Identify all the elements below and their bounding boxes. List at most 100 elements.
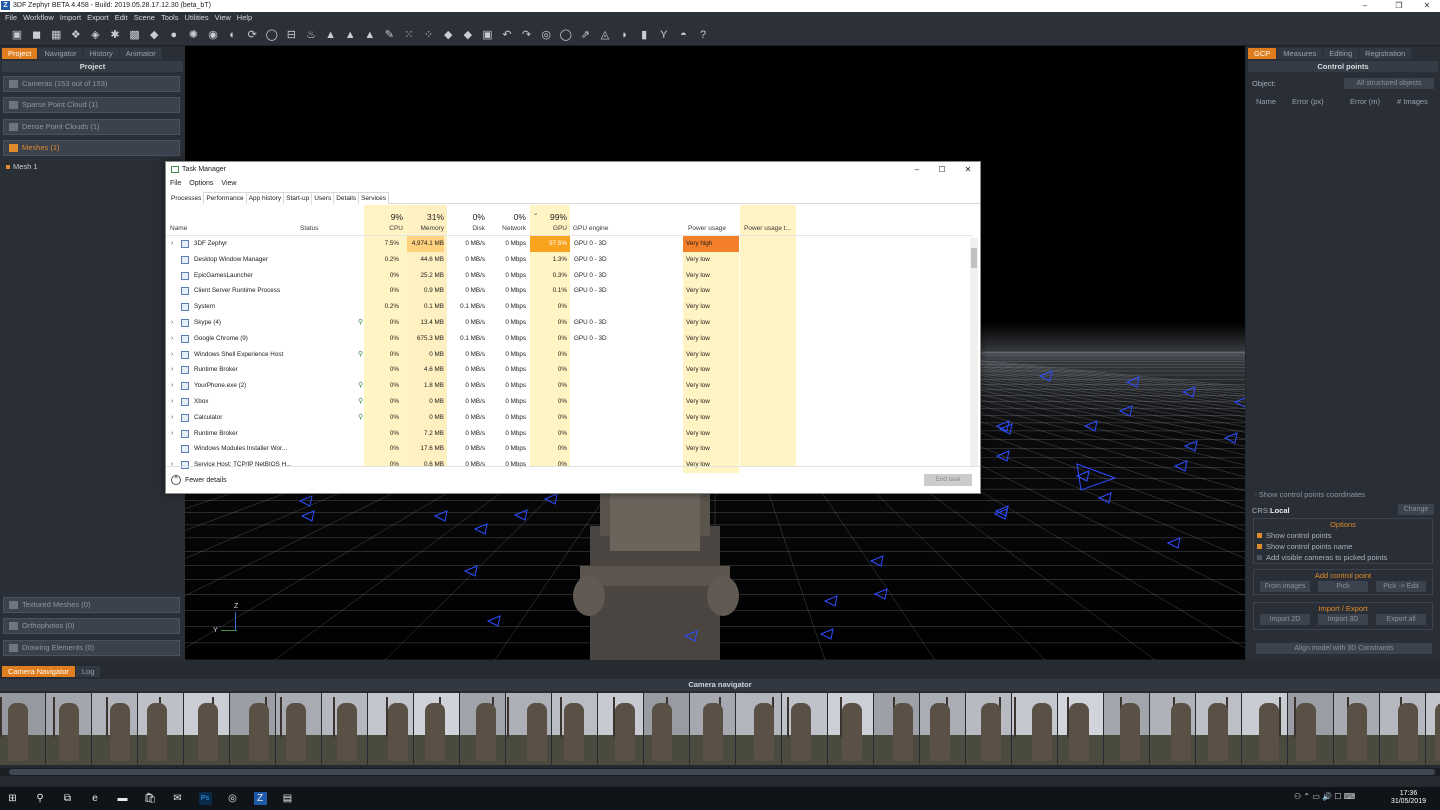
- camera-thumbnail[interactable]: [552, 693, 597, 765]
- menu-help[interactable]: Help: [237, 13, 252, 22]
- pick-edit-button[interactable]: Pick -> Edit: [1376, 581, 1426, 592]
- column-name[interactable]: Name: [170, 225, 187, 232]
- expand-chevron-icon[interactable]: ›: [171, 362, 173, 378]
- camera-thumbnail[interactable]: [92, 693, 137, 765]
- minimize-button[interactable]: –: [1350, 0, 1380, 12]
- column-status[interactable]: Status: [300, 225, 318, 232]
- camera-thumbnail[interactable]: [322, 693, 367, 765]
- toolbar-tool-icon[interactable]: ✺: [186, 28, 200, 42]
- camera-thumbnail[interactable]: [46, 693, 91, 765]
- tm-tab-performance[interactable]: Performance: [203, 192, 247, 204]
- toolbar-tool-icon[interactable]: ◐: [226, 28, 240, 42]
- fewer-details-button[interactable]: ^ Fewer details: [171, 475, 227, 485]
- tm-minimize-button[interactable]: –: [904, 162, 930, 178]
- column-cpu[interactable]: CPU: [364, 225, 403, 232]
- column-gpu-engine[interactable]: GPU engine: [573, 225, 608, 232]
- toolbar-tool-icon[interactable]: ◯: [265, 28, 279, 42]
- layer-textured-meshes[interactable]: Textured Meshes (0): [3, 597, 180, 613]
- layer-cameras[interactable]: Cameras (153 out of 153): [3, 76, 180, 92]
- mesh-item[interactable]: Mesh 1: [6, 162, 38, 171]
- tm-tab-details[interactable]: Details: [333, 192, 360, 204]
- tm-menu-file[interactable]: File: [170, 180, 181, 187]
- camera-thumbnail[interactable]: [782, 693, 827, 765]
- taskbar-app-icon[interactable]: Z: [253, 792, 267, 805]
- column-memory[interactable]: Memory: [407, 225, 444, 232]
- taskbar-app-icon[interactable]: ⧉: [61, 792, 74, 805]
- camera-thumbnail[interactable]: [1058, 693, 1103, 765]
- checkbox-icon[interactable]: [1257, 544, 1262, 549]
- toolbar-tool-icon[interactable]: ♨: [304, 28, 318, 42]
- toolbar-tool-icon[interactable]: ↶: [500, 28, 514, 42]
- show-coords-toggle[interactable]: ▫ Show control points coordinates: [1254, 490, 1365, 499]
- toolbar-tool-icon[interactable]: ⇗: [578, 28, 592, 42]
- tm-tab-app-history[interactable]: App history: [245, 192, 285, 204]
- camera-thumbnail[interactable]: [414, 693, 459, 765]
- clock[interactable]: 17:36 31/05/2019: [1391, 790, 1426, 806]
- toolbar-tool-icon[interactable]: ▲: [343, 28, 357, 42]
- bottom-tab-log[interactable]: Log: [75, 666, 101, 677]
- taskbar-app-icon[interactable]: ⚲: [34, 792, 47, 805]
- left-tab-history[interactable]: History: [83, 48, 119, 59]
- toolbar-tool-icon[interactable]: ◈: [88, 28, 102, 42]
- layer-meshes[interactable]: Meshes (1): [3, 139, 180, 156]
- toolbar-tool-icon[interactable]: ◆: [147, 28, 161, 42]
- camera-thumbnail[interactable]: [460, 693, 505, 765]
- right-tab-gcp[interactable]: GCP: [1248, 48, 1277, 59]
- menu-tools[interactable]: Tools: [161, 13, 179, 22]
- process-row[interactable]: Desktop Window Manager 0.2% 44.6 MB 0 MB/s 0…: [166, 251, 972, 268]
- gcp-col-images[interactable]: # Images: [1397, 97, 1428, 106]
- gcp-col-error-px[interactable]: Error (px): [1292, 97, 1324, 106]
- camera-thumbnail[interactable]: [1242, 693, 1287, 765]
- toolbar-tool-icon[interactable]: ▮: [637, 28, 651, 42]
- toolbar-tool-icon[interactable]: ◯: [559, 28, 573, 42]
- bottom-tab-camera-navigator[interactable]: Camera Navigator: [2, 666, 75, 677]
- tm-scrollbar[interactable]: [970, 238, 978, 466]
- toolbar-tool-icon[interactable]: ?: [696, 28, 710, 42]
- toolbar-tool-icon[interactable]: ◼: [30, 28, 44, 42]
- toolbar-tool-icon[interactable]: ✱: [108, 28, 122, 42]
- camera-thumbnail[interactable]: [0, 693, 45, 765]
- menu-workflow[interactable]: Workflow: [23, 13, 54, 22]
- column-power[interactable]: Power usage: [688, 225, 726, 232]
- toolbar-tool-icon[interactable]: ◗: [618, 28, 632, 42]
- process-row[interactable]: Client Server Runtime Process 0% 0.9 MB 0 M…: [166, 283, 972, 300]
- camera-thumbnail[interactable]: [644, 693, 689, 765]
- camera-thumbnail[interactable]: [874, 693, 919, 765]
- camera-thumbnail[interactable]: [1380, 693, 1425, 765]
- layer-drawing-elements[interactable]: Drawing Elements (0): [3, 639, 180, 656]
- toolbar-tool-icon[interactable]: ▲: [363, 28, 377, 42]
- camera-filmstrip[interactable]: [0, 693, 1440, 765]
- toolbar-tool-icon[interactable]: ◆: [441, 28, 455, 42]
- taskbar-app-icon[interactable]: ◎: [226, 792, 239, 805]
- toolbar-tool-icon[interactable]: ●: [167, 28, 181, 42]
- expand-chevron-icon[interactable]: ›: [171, 236, 173, 252]
- option-show-control-points-name[interactable]: Show control points name: [1254, 541, 1432, 552]
- toolbar-tool-icon[interactable]: ▦: [49, 28, 63, 42]
- menu-export[interactable]: Export: [87, 13, 109, 22]
- toolbar-tool-icon[interactable]: ⁘: [422, 28, 436, 42]
- expand-chevron-icon[interactable]: ›: [171, 315, 173, 331]
- tm-tab-start-up[interactable]: Start-up: [283, 192, 313, 204]
- camera-thumbnail[interactable]: [368, 693, 413, 765]
- end-task-button[interactable]: End task: [924, 474, 972, 486]
- camera-thumbnail[interactable]: [690, 693, 735, 765]
- toolbar-tool-icon[interactable]: ⟳: [245, 28, 259, 42]
- close-button[interactable]: ✕: [1412, 0, 1440, 12]
- toolbar-tool-icon[interactable]: ▲: [324, 28, 338, 42]
- camera-thumbnail[interactable]: [1012, 693, 1057, 765]
- camera-thumbnail[interactable]: [506, 693, 551, 765]
- column-power-trend[interactable]: Power usage t...: [744, 225, 791, 232]
- camera-thumbnail[interactable]: [138, 693, 183, 765]
- expand-chevron-icon[interactable]: ›: [171, 331, 173, 347]
- toolbar-tool-icon[interactable]: ◓: [676, 28, 690, 42]
- gcp-col-name[interactable]: Name: [1256, 97, 1276, 106]
- column-network[interactable]: Network: [489, 225, 526, 232]
- camera-thumbnail[interactable]: [184, 693, 229, 765]
- maximize-button[interactable]: ❐: [1384, 0, 1414, 12]
- left-tab-navigator[interactable]: Navigator: [38, 48, 83, 59]
- toolbar-tool-icon[interactable]: ⁙: [402, 28, 416, 42]
- left-tab-animator[interactable]: Animator: [119, 48, 162, 59]
- toolbar-tool-icon[interactable]: ◉: [206, 28, 220, 42]
- process-row[interactable]: › Windows Shell Experience Host ⚲ 0% 0 MB 0 M…: [166, 346, 972, 363]
- process-row[interactable]: Windows Modules Installer Wor... 0% 17.6 M…: [166, 441, 972, 458]
